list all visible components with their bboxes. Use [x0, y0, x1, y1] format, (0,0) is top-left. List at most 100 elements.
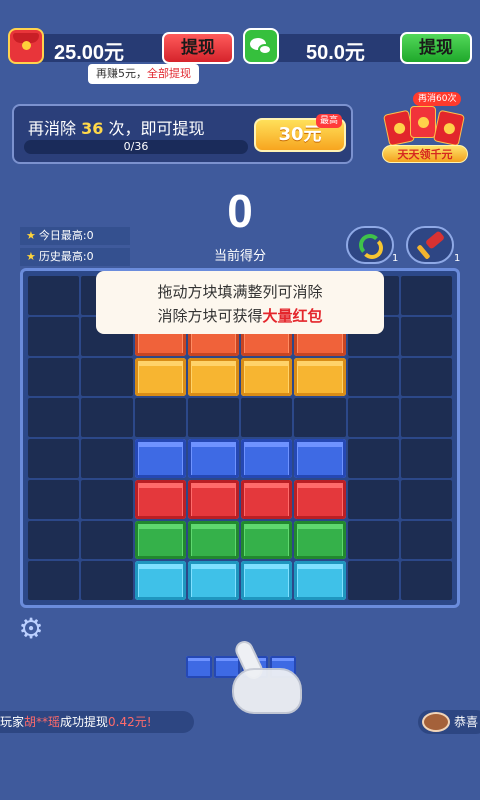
earn-prefix: 再赚5元，	[96, 67, 147, 80]
board-cell-empty[interactable]	[400, 520, 452, 560]
board-cell-empty[interactable]	[400, 561, 452, 600]
board-cell-empty[interactable]	[347, 357, 399, 397]
cash-balance-amount: 25.00元	[54, 42, 125, 64]
board-cell-green[interactable]	[294, 520, 346, 560]
board-cell-empty[interactable]	[28, 316, 80, 356]
board-cell-yellow[interactable]	[241, 357, 293, 397]
tip-line-2-highlight: 大量红包	[262, 307, 323, 325]
daily-badge: 再消60次	[413, 92, 462, 106]
hand-pointer-icon	[232, 668, 302, 714]
board-cell-empty[interactable]	[134, 398, 186, 437]
board-cell-empty[interactable]	[400, 439, 452, 478]
board-cell-empty[interactable]	[241, 398, 293, 437]
progress-label: 0/36	[123, 140, 149, 153]
tip-line-1: 拖动方块填满整列可消除	[157, 283, 323, 301]
board-cell-red[interactable]	[187, 479, 239, 519]
board-cell-empty[interactable]	[28, 439, 80, 478]
board-cell-blue[interactable]	[187, 439, 239, 478]
withdraw-progress-panel: 再消除 36 次，即可提现 0/36 30元	[12, 104, 353, 164]
board-cell-empty[interactable]	[81, 561, 133, 600]
board-cell-green[interactable]	[241, 520, 293, 560]
board-cell-yellow[interactable]	[187, 357, 239, 397]
board-cell-empty[interactable]	[347, 479, 399, 519]
history-best-text: 历史最高:0	[38, 250, 94, 263]
wechat-withdraw-button[interactable]: 提现	[400, 32, 472, 64]
current-score-label: 当前得分	[213, 249, 266, 264]
board-cell-green[interactable]	[187, 520, 239, 560]
cash-withdraw-button[interactable]: 提现	[162, 32, 234, 64]
progress-prefix: 再消除	[28, 119, 77, 138]
board-cell-blue[interactable]	[294, 439, 346, 478]
board-cell-empty[interactable]	[294, 398, 346, 437]
board-cell-empty[interactable]	[28, 561, 80, 600]
tutorial-tip: 拖动方块填满整列可消除 消除方块可获得大量红包	[96, 271, 384, 334]
board-cell-empty[interactable]	[28, 398, 80, 437]
board-cell-empty[interactable]	[347, 520, 399, 560]
board-cell-yellow[interactable]	[294, 357, 346, 397]
today-best-score: ★ 今日最高:0	[20, 227, 130, 245]
board-cell-empty[interactable]	[400, 316, 452, 356]
tip-line-2-prefix: 消除方块可获得	[157, 307, 263, 325]
board-cell-empty[interactable]	[81, 357, 133, 397]
board-cell-empty[interactable]	[347, 439, 399, 478]
today-best-text: 今日最高:0	[38, 229, 94, 242]
hammer-tool-button[interactable]	[406, 226, 454, 264]
board-cell-empty[interactable]	[81, 439, 133, 478]
avatar	[422, 712, 450, 732]
history-best-score: ★ 历史最高:0	[20, 248, 130, 266]
withdraw-all-link[interactable]: 全部提现	[147, 67, 191, 80]
board-cell-empty[interactable]	[81, 398, 133, 437]
progress-bar: 0/36	[24, 140, 248, 154]
daily-label: 天天领千元	[382, 145, 468, 163]
current-score: 0	[227, 185, 253, 237]
board-cell-empty[interactable]	[81, 520, 133, 560]
board-cell-empty[interactable]	[400, 479, 452, 519]
ticker-congrats: 恭喜	[454, 715, 479, 729]
board-cell-green[interactable]	[134, 520, 186, 560]
board-cell-empty[interactable]	[400, 398, 452, 437]
max-badge: 最高	[316, 114, 343, 128]
hammer-tool-count: 1	[454, 253, 461, 264]
board-cell-yellow[interactable]	[134, 357, 186, 397]
star-icon: ★	[26, 229, 36, 242]
progress-suffix: 次，即可提现	[108, 119, 205, 138]
board-cell-empty[interactable]	[28, 520, 80, 560]
progress-message: 再消除 36 次，即可提现	[28, 115, 204, 139]
board-cell-red[interactable]	[294, 479, 346, 519]
wechat-icon	[243, 28, 279, 64]
board-cell-empty[interactable]	[28, 479, 80, 519]
ticker-name: 胡**瑶	[24, 715, 61, 729]
board-cell-cyan[interactable]	[134, 561, 186, 600]
board-cell-blue[interactable]	[241, 439, 293, 478]
board-cell-blue[interactable]	[134, 439, 186, 478]
star-icon: ★	[26, 250, 36, 263]
board-cell-cyan[interactable]	[294, 561, 346, 600]
refresh-tool-count: 1	[392, 253, 399, 264]
board-cell-empty[interactable]	[347, 561, 399, 600]
board-cell-cyan[interactable]	[187, 561, 239, 600]
board-cell-red[interactable]	[134, 479, 186, 519]
board-cell-red[interactable]	[241, 479, 293, 519]
board-cell-empty[interactable]	[400, 357, 452, 397]
board-cell-empty[interactable]	[187, 398, 239, 437]
board-cell-empty[interactable]	[81, 479, 133, 519]
hammer-icon	[424, 230, 446, 250]
board-cell-empty[interactable]	[400, 276, 452, 315]
ticker-middle: 成功提现	[60, 715, 109, 729]
red-envelope-icon	[432, 109, 466, 147]
earn-more-tag[interactable]: 再赚5元，全部提现	[88, 64, 199, 84]
board-cell-empty[interactable]	[347, 398, 399, 437]
red-envelope-icon	[410, 106, 436, 138]
balance-bar: 25.00元 提现 50.0元 提现	[0, 28, 480, 68]
board-cell-empty[interactable]	[28, 276, 80, 315]
board-cell-empty[interactable]	[28, 357, 80, 397]
refresh-tool-button[interactable]	[346, 226, 394, 264]
withdraw-ticker: 玩家胡**瑶成功提现0.42元!	[0, 711, 194, 733]
ticker-prefix: 玩家	[0, 715, 25, 729]
board-cell-cyan[interactable]	[241, 561, 293, 600]
progress-count: 36	[81, 119, 104, 138]
daily-red-packet-widget[interactable]: 再消60次 天天领千元	[380, 92, 470, 168]
wechat-balance-amount: 50.0元	[306, 42, 365, 64]
settings-gear-icon[interactable]: ⚙	[14, 614, 48, 644]
red-packet-icon	[8, 28, 44, 64]
